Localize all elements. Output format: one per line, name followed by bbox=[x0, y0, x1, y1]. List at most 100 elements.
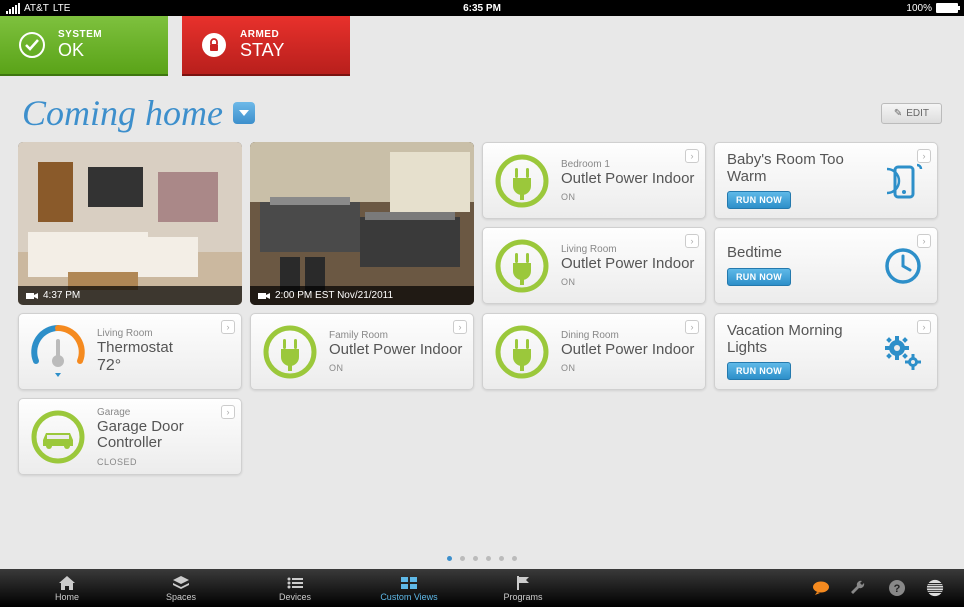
camera-timestamp: 2:00 PM EST Nov/21/2011 bbox=[275, 290, 393, 301]
run-now-button[interactable]: RUN NOW bbox=[727, 268, 791, 286]
chevron-right-icon: › bbox=[453, 320, 467, 334]
thermostat-card[interactable]: › Living Room Thermostat 72° bbox=[18, 313, 242, 390]
device-room: Family Room bbox=[329, 330, 462, 341]
home-icon bbox=[59, 575, 75, 591]
program-card-babys-room[interactable]: › Baby's Room Too Warm RUN NOW bbox=[714, 142, 938, 219]
network-label: LTE bbox=[53, 3, 71, 14]
wrench-icon[interactable] bbox=[850, 579, 868, 597]
nav-label: Spaces bbox=[166, 592, 196, 602]
program-card-bedtime[interactable]: › Bedtime RUN NOW bbox=[714, 227, 938, 304]
nav-custom-views[interactable]: Custom Views bbox=[352, 575, 466, 602]
chevron-right-icon: › bbox=[221, 320, 235, 334]
system-label: SYSTEM bbox=[58, 29, 102, 40]
device-name: Outlet Power Indoor bbox=[329, 342, 462, 359]
device-room: Dining Room bbox=[561, 330, 694, 341]
status-bar: AT&T LTE 6:35 PM 100% bbox=[0, 0, 964, 16]
device-name: Outlet Power Indoor bbox=[561, 342, 694, 359]
page-indicator[interactable] bbox=[447, 556, 517, 561]
phone-alert-icon bbox=[881, 159, 925, 203]
lock-icon bbox=[200, 31, 228, 59]
svg-text:?: ? bbox=[894, 583, 901, 595]
list-icon bbox=[287, 575, 303, 591]
device-state: ON bbox=[561, 277, 694, 287]
thermostat-icon bbox=[29, 323, 87, 381]
top-tiles: SYSTEM OK ARMED STAY bbox=[0, 16, 964, 76]
device-name: Outlet Power Indoor bbox=[561, 171, 694, 188]
help-icon[interactable]: ? bbox=[888, 579, 906, 597]
signal-icon bbox=[6, 3, 20, 14]
chevron-right-icon: › bbox=[685, 234, 699, 248]
thermostat-value: 72° bbox=[97, 357, 173, 375]
nav-devices[interactable]: Devices bbox=[238, 575, 352, 602]
plug-icon bbox=[261, 323, 319, 381]
car-icon bbox=[29, 408, 87, 466]
device-state: ON bbox=[561, 192, 694, 202]
system-value: OK bbox=[58, 40, 102, 61]
program-name: Baby's Room Too Warm bbox=[727, 152, 881, 185]
nav-programs[interactable]: Programs bbox=[466, 575, 580, 602]
device-state: ON bbox=[329, 363, 462, 373]
clock-icon bbox=[881, 244, 925, 288]
armed-label: ARMED bbox=[240, 29, 284, 40]
nav-label: Custom Views bbox=[380, 592, 437, 602]
nav-label: Devices bbox=[279, 592, 311, 602]
plug-icon bbox=[493, 152, 551, 210]
camera-icon bbox=[258, 292, 270, 300]
chevron-right-icon: › bbox=[221, 405, 235, 419]
page-title: Coming home bbox=[22, 92, 223, 134]
edit-label: EDIT bbox=[906, 108, 929, 119]
camera-timestamp: 4:37 PM bbox=[43, 290, 80, 301]
device-name: Thermostat bbox=[97, 340, 173, 357]
camera-card-living[interactable]: 4:37 PM bbox=[18, 142, 242, 305]
chat-icon[interactable] bbox=[812, 579, 830, 597]
gears-icon bbox=[881, 330, 925, 374]
device-room: Living Room bbox=[97, 328, 173, 339]
chevron-right-icon: › bbox=[917, 149, 931, 163]
system-status-tile[interactable]: SYSTEM OK bbox=[0, 16, 168, 76]
device-name: Outlet Power Indoor bbox=[561, 256, 694, 273]
layers-icon bbox=[173, 575, 189, 591]
battery-label: 100% bbox=[906, 3, 932, 14]
nav-label: Programs bbox=[503, 592, 542, 602]
edit-button[interactable]: ✎ EDIT bbox=[881, 103, 942, 124]
device-room: Living Room bbox=[561, 244, 694, 255]
outlet-card-familyroom[interactable]: › Family Room Outlet Power Indoor ON bbox=[250, 313, 474, 390]
flag-icon bbox=[515, 575, 531, 591]
bottom-nav: Home Spaces Devices Custom Views Program… bbox=[0, 569, 964, 607]
pencil-icon: ✎ bbox=[894, 108, 902, 119]
title-dropdown-button[interactable] bbox=[233, 102, 255, 124]
chevron-right-icon: › bbox=[685, 149, 699, 163]
nav-spaces[interactable]: Spaces bbox=[124, 575, 238, 602]
armed-status-tile[interactable]: ARMED STAY bbox=[182, 16, 350, 76]
device-name: Garage Door Controller bbox=[97, 419, 231, 452]
run-now-button[interactable]: RUN NOW bbox=[727, 362, 791, 380]
chevron-right-icon: › bbox=[917, 234, 931, 248]
device-state: CLOSED bbox=[97, 457, 231, 467]
camera-icon bbox=[26, 292, 38, 300]
clock: 6:35 PM bbox=[463, 3, 501, 14]
outlet-card-bedroom1[interactable]: › Bedroom 1 Outlet Power Indoor ON bbox=[482, 142, 706, 219]
device-room: Garage bbox=[97, 407, 231, 418]
outlet-card-livingroom[interactable]: › Living Room Outlet Power Indoor ON bbox=[482, 227, 706, 304]
nav-label: Home bbox=[55, 592, 79, 602]
carrier-label: AT&T bbox=[24, 3, 49, 14]
program-card-vacation-lights[interactable]: › Vacation Morning Lights RUN NOW bbox=[714, 313, 938, 390]
garage-door-card[interactable]: › Garage Garage Door Controller CLOSED bbox=[18, 398, 242, 475]
battery-icon bbox=[936, 3, 958, 13]
grid-icon bbox=[401, 575, 417, 591]
plug-icon bbox=[493, 237, 551, 295]
program-name: Vacation Morning Lights bbox=[727, 323, 881, 356]
check-icon bbox=[18, 31, 46, 59]
chevron-right-icon: › bbox=[917, 320, 931, 334]
chevron-right-icon: › bbox=[685, 320, 699, 334]
armed-value: STAY bbox=[240, 40, 284, 61]
program-name: Bedtime bbox=[727, 245, 791, 262]
camera-card-kitchen[interactable]: 2:00 PM EST Nov/21/2011 bbox=[250, 142, 474, 305]
att-globe-icon[interactable] bbox=[926, 579, 944, 597]
device-state: ON bbox=[561, 363, 694, 373]
run-now-button[interactable]: RUN NOW bbox=[727, 191, 791, 209]
device-room: Bedroom 1 bbox=[561, 159, 694, 170]
outlet-card-diningroom[interactable]: › Dining Room Outlet Power Indoor ON bbox=[482, 313, 706, 390]
nav-home[interactable]: Home bbox=[10, 575, 124, 602]
plug-icon bbox=[493, 323, 551, 381]
